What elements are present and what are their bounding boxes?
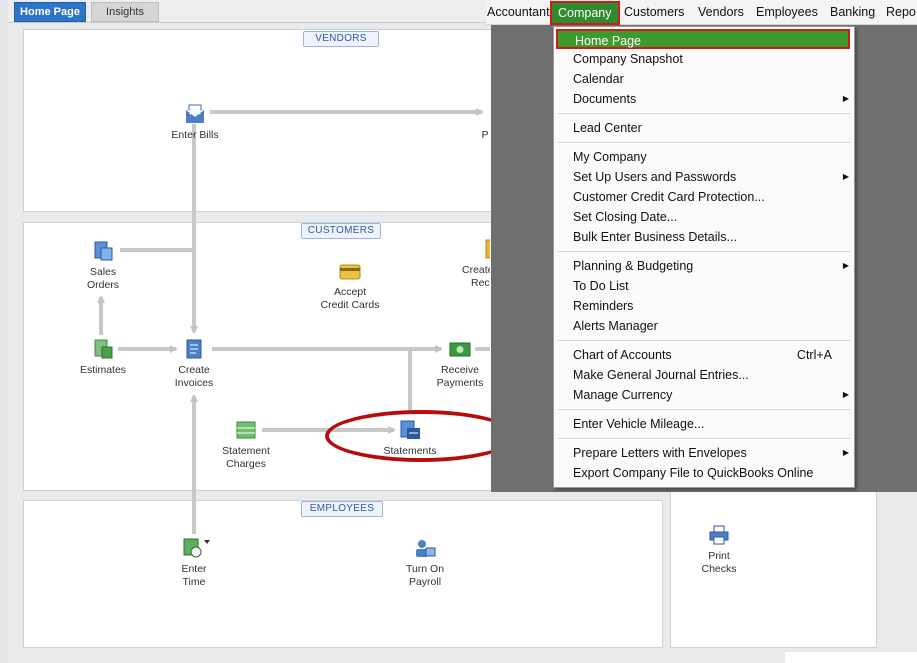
menu-separator	[558, 251, 850, 252]
payroll-icon	[416, 540, 436, 557]
statement-charges-label-2: Charges	[226, 458, 266, 470]
submenu-arrow-icon: ▶	[842, 261, 849, 270]
quickbooks-window: Home Page Insights VENDORS CUSTOMERS EMP…	[0, 0, 917, 663]
printer-icon	[709, 525, 729, 545]
receive-payments-node[interactable]: Receive Payments	[425, 338, 495, 390]
annotation-ellipse	[325, 410, 517, 462]
menu-item-home-page[interactable]: Home Page	[556, 29, 850, 49]
submenu-arrow-icon: ▶	[842, 94, 849, 103]
company-dropdown-menu: Home Page Company Snapshot Calendar Docu…	[553, 26, 855, 488]
menu-item-vehicle-mileage[interactable]: Enter Vehicle Mileage...	[554, 414, 854, 434]
turn-on-payroll-label-2: Payroll	[408, 576, 442, 588]
shortcut-label: Ctrl+A	[796, 348, 832, 362]
enter-time-label-2: Time	[182, 576, 206, 588]
create-sales-receipts-label-1: Create	[462, 264, 490, 276]
submenu-arrow-icon: ▶	[842, 448, 849, 457]
menu-separator	[558, 340, 850, 341]
menu-item-set-closing-date[interactable]: Set Closing Date...	[554, 207, 854, 227]
menu-accountant[interactable]: Accountant	[487, 4, 550, 20]
menu-item-manage-currency[interactable]: Manage Currency ▶	[554, 385, 854, 405]
statement-charges-node[interactable]: Statement Charges	[212, 419, 280, 471]
enter-time-icon	[183, 538, 210, 558]
create-invoices-node[interactable]: Create Invoices	[162, 338, 226, 390]
menu-item-planning-budgeting[interactable]: Planning & Budgeting ▶	[554, 256, 854, 276]
menu-item-general-journal[interactable]: Make General Journal Entries...	[554, 365, 854, 385]
turn-on-payroll-node[interactable]: Turn On Payroll	[392, 537, 458, 589]
enter-bills-icon	[185, 104, 205, 123]
bottom-right-blank	[785, 652, 917, 663]
enter-bills-node[interactable]: Enter Bills	[160, 103, 230, 142]
menu-item-documents[interactable]: Documents ▶	[554, 89, 854, 109]
estimates-node[interactable]: Estimates	[72, 338, 134, 377]
submenu-arrow-icon: ▶	[842, 172, 849, 181]
pay-bills-label: P	[481, 129, 489, 141]
create-invoices-label-2: Invoices	[174, 377, 214, 389]
create-sales-receipts-node-partial[interactable]: Create Rec	[460, 238, 490, 290]
menu-separator	[558, 142, 850, 143]
menu-vendors[interactable]: Vendors	[698, 4, 744, 20]
enter-bills-label: Enter Bills	[171, 129, 219, 141]
accept-credit-cards-label-1: Accept	[333, 286, 367, 298]
credit-card-icon	[339, 264, 361, 280]
create-invoices-icon	[186, 339, 202, 359]
menu-item-calendar[interactable]: Calendar	[554, 69, 854, 89]
pay-bills-node-partial[interactable]: P	[480, 129, 490, 142]
enter-time-label-1: Enter	[181, 563, 207, 575]
create-invoices-label-1: Create	[178, 364, 210, 376]
submenu-arrow-icon: ▶	[842, 390, 849, 399]
menu-separator	[558, 113, 850, 114]
receive-payments-label-2: Payments	[436, 377, 484, 389]
menu-customers[interactable]: Customers	[624, 4, 684, 20]
statement-charges-label-1: Statement	[222, 445, 270, 457]
sales-orders-label-1: Sales	[89, 266, 117, 278]
menu-item-alerts-manager[interactable]: Alerts Manager	[554, 316, 854, 336]
statement-charges-icon	[236, 421, 256, 439]
menu-item-bulk-enter[interactable]: Bulk Enter Business Details...	[554, 227, 854, 247]
menu-item-set-up-users[interactable]: Set Up Users and Passwords ▶	[554, 167, 854, 187]
accept-credit-cards-node[interactable]: Accept Credit Cards	[310, 262, 390, 312]
menu-banking[interactable]: Banking	[830, 4, 875, 20]
menu-item-to-do-list[interactable]: To Do List	[554, 276, 854, 296]
print-checks-label-1: Print	[708, 550, 730, 562]
enter-time-node[interactable]: Enter Time	[164, 537, 224, 589]
menu-employees[interactable]: Employees	[756, 4, 818, 20]
menu-item-reminders[interactable]: Reminders	[554, 296, 854, 316]
sales-orders-icon	[94, 241, 113, 261]
menu-item-my-company[interactable]: My Company	[554, 147, 854, 167]
estimates-icon	[94, 339, 113, 359]
menu-item-company-snapshot[interactable]: Company Snapshot	[554, 49, 854, 69]
menu-item-lead-center[interactable]: Lead Center	[554, 118, 854, 138]
menu-item-chart-of-accounts[interactable]: Chart of Accounts Ctrl+A	[554, 345, 854, 365]
sales-orders-label-2: Orders	[86, 279, 120, 291]
menu-item-prepare-letters[interactable]: Prepare Letters with Envelopes ▶	[554, 443, 854, 463]
accept-credit-cards-label-2: Credit Cards	[320, 299, 380, 311]
estimates-label: Estimates	[79, 364, 127, 376]
create-sales-receipts-label-2: Rec	[471, 277, 490, 289]
sales-orders-node[interactable]: Sales Orders	[72, 240, 134, 292]
print-checks-node[interactable]: Print Checks	[688, 524, 750, 576]
menu-item-export-qbo[interactable]: Export Company File to QuickBooks Online	[554, 463, 854, 483]
menu-separator	[558, 438, 850, 439]
receive-payments-icon	[449, 342, 471, 357]
print-checks-label-2: Checks	[701, 563, 737, 575]
turn-on-payroll-label-1: Turn On	[405, 563, 445, 575]
menu-reports[interactable]: Repo	[886, 4, 916, 20]
menu-separator	[558, 409, 850, 410]
sales-receipts-icon	[485, 239, 490, 259]
menu-bar: Accountant Company Customers Vendors Emp…	[486, 0, 917, 25]
menu-company[interactable]: Company	[550, 1, 620, 25]
menu-item-cc-protection[interactable]: Customer Credit Card Protection...	[554, 187, 854, 207]
receive-payments-label-1: Receive	[441, 364, 479, 376]
